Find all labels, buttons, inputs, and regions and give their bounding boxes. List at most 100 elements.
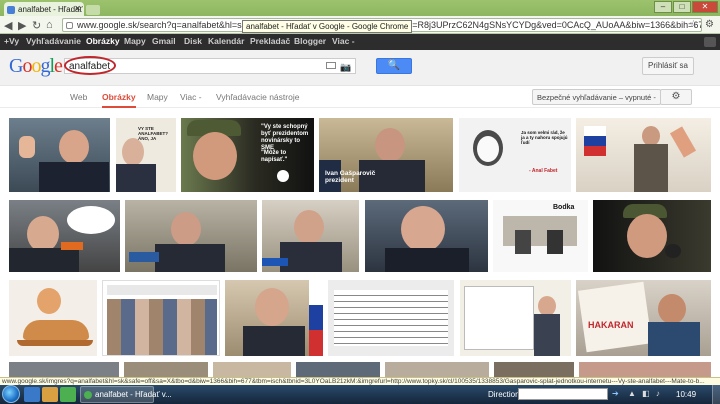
- image-result[interactable]: [296, 362, 380, 378]
- image-caption: VY STE ANALFABET? ÁNO, JA: [138, 126, 168, 141]
- new-tab-button[interactable]: [86, 5, 100, 15]
- gbar-search[interactable]: Vyhľadávanie: [26, 36, 81, 46]
- page-icon: [66, 22, 73, 29]
- image-result[interactable]: Ja som velmi rád, že ja a ty nahoru spoj…: [459, 118, 571, 192]
- url-text: www.google.sk/search?q=analfabet&hl=sk&s…: [77, 20, 262, 30]
- gbar-maps[interactable]: Mapy: [124, 36, 146, 46]
- image-face: [59, 130, 89, 164]
- image-result[interactable]: VY STE ANALFABET? ÁNO, JA: [116, 118, 176, 192]
- image-result[interactable]: [124, 362, 208, 378]
- home-icon[interactable]: ⌂: [46, 19, 53, 31]
- taskbar-address-input[interactable]: [518, 388, 608, 400]
- taskbar-task-chrome[interactable]: analfabet - Hľadať v...: [80, 386, 172, 403]
- window-controls: – □ ✕: [654, 1, 718, 13]
- tab-more[interactable]: Viac -: [180, 92, 202, 102]
- gbar-images[interactable]: Obrázky: [86, 36, 120, 46]
- image-microphone: [61, 242, 83, 250]
- image-suit: [634, 144, 668, 192]
- image-face: [642, 126, 660, 146]
- camera-icon[interactable]: 📷: [340, 62, 351, 73]
- gbar-calendar[interactable]: Kalendár: [208, 36, 244, 46]
- image-suit: [243, 326, 305, 356]
- search-tabs: Web Obrázky Mapy Viac - Vyhľadávacie nás…: [0, 86, 720, 108]
- reload-icon[interactable]: ↻: [32, 19, 41, 32]
- image-result[interactable]: "Vy ste schopný byť prezidentom novinárs…: [181, 118, 314, 192]
- show-desktop-button[interactable]: [712, 385, 720, 404]
- chrome-icon[interactable]: [60, 387, 76, 402]
- image-face: [401, 206, 445, 252]
- image-result[interactable]: [328, 280, 454, 356]
- image-shirt: [648, 322, 700, 356]
- gbar-more[interactable]: Viac -: [332, 36, 355, 46]
- image-dot: [277, 170, 289, 182]
- image-face: [294, 210, 324, 244]
- image-camera: [665, 244, 681, 258]
- image-result[interactable]: [9, 362, 119, 378]
- image-caption: Ja som velmi rád, že ja a ty nahoru spoj…: [521, 130, 568, 145]
- image-header: [107, 285, 217, 295]
- image-caption: Bodka: [553, 204, 575, 211]
- share-icon[interactable]: [704, 37, 716, 47]
- image-result[interactable]: [385, 362, 489, 378]
- close-window-button[interactable]: ✕: [692, 1, 718, 13]
- image-result[interactable]: [576, 118, 711, 192]
- image-result[interactable]: [9, 280, 97, 356]
- tab-web[interactable]: Web: [70, 92, 87, 102]
- keyboard-icon[interactable]: [326, 62, 336, 69]
- image-face: [375, 128, 405, 162]
- image-flag: [584, 126, 606, 156]
- clock[interactable]: 10:49: [676, 390, 696, 399]
- wrench-menu-icon[interactable]: ⚙: [705, 19, 714, 30]
- start-button[interactable]: [2, 385, 20, 403]
- image-result[interactable]: [262, 200, 359, 272]
- image-microphone: [262, 258, 288, 266]
- image-result[interactable]: [9, 200, 120, 272]
- image-suit: [39, 162, 109, 192]
- system-tray-icons[interactable]: ▲ ◧ ♪: [628, 389, 662, 398]
- gbar-plus-you[interactable]: +Vy: [4, 36, 19, 46]
- image-result[interactable]: [579, 362, 711, 378]
- image-caption: byť prezidentom: [261, 131, 309, 137]
- maximize-button[interactable]: □: [673, 1, 691, 13]
- close-tab-icon[interactable]: ✕: [74, 4, 81, 13]
- google-logo[interactable]: Google: [9, 55, 63, 78]
- gbar-drive[interactable]: Disk: [184, 36, 202, 46]
- image-result[interactable]: [225, 280, 323, 356]
- image-result[interactable]: [460, 280, 571, 356]
- explorer-icon[interactable]: [42, 387, 58, 402]
- minimize-button[interactable]: –: [654, 1, 672, 13]
- image-suit: [534, 314, 560, 356]
- image-result[interactable]: [9, 118, 110, 192]
- search-button[interactable]: 🔍: [376, 58, 412, 74]
- image-result[interactable]: [102, 280, 220, 356]
- image-face: [37, 288, 61, 314]
- settings-gear-icon[interactable]: ⚙: [660, 89, 692, 105]
- back-arrow-icon[interactable]: ◀: [4, 19, 12, 32]
- signin-button[interactable]: Prihlásiť sa: [642, 57, 694, 75]
- image-result[interactable]: HAKARAN: [576, 280, 711, 356]
- image-result[interactable]: [494, 362, 574, 378]
- gbar-blogger[interactable]: Blogger: [294, 36, 326, 46]
- image-result[interactable]: Ivan Gašparovič prezident: [319, 118, 453, 192]
- go-arrow-icon[interactable]: ➔: [612, 389, 619, 398]
- image-result[interactable]: [125, 200, 257, 272]
- image-result[interactable]: [593, 200, 711, 272]
- image-result[interactable]: [213, 362, 291, 378]
- forward-arrow-icon[interactable]: ▶: [18, 19, 26, 32]
- gbar-gmail[interactable]: Gmail: [152, 36, 176, 46]
- image-result[interactable]: [365, 200, 488, 272]
- image-result[interactable]: Bodka: [493, 200, 588, 272]
- safe-search-dropdown[interactable]: Bezpečné vyhľadávanie – vypnuté -: [532, 89, 661, 105]
- tab-images[interactable]: Obrázky: [102, 92, 136, 108]
- tab-search-tools[interactable]: Vyhľadávacie nástroje: [216, 92, 299, 102]
- taskbar-address-label: Direction: [488, 390, 520, 399]
- bookmark-star-icon[interactable]: ☆: [689, 19, 698, 30]
- ie-icon[interactable]: [24, 387, 40, 402]
- image-rocker: [17, 340, 93, 346]
- gbar-translate[interactable]: Prekladač: [250, 36, 290, 46]
- image-face: [193, 132, 237, 180]
- image-speech-bubble: [67, 206, 115, 234]
- image-flag: [309, 280, 323, 356]
- tab-maps[interactable]: Mapy: [147, 92, 168, 102]
- browser-title-bar: analfabet - Hľadať v Goog ✕ – □ ✕ ◀ ▶ ↻ …: [0, 0, 720, 34]
